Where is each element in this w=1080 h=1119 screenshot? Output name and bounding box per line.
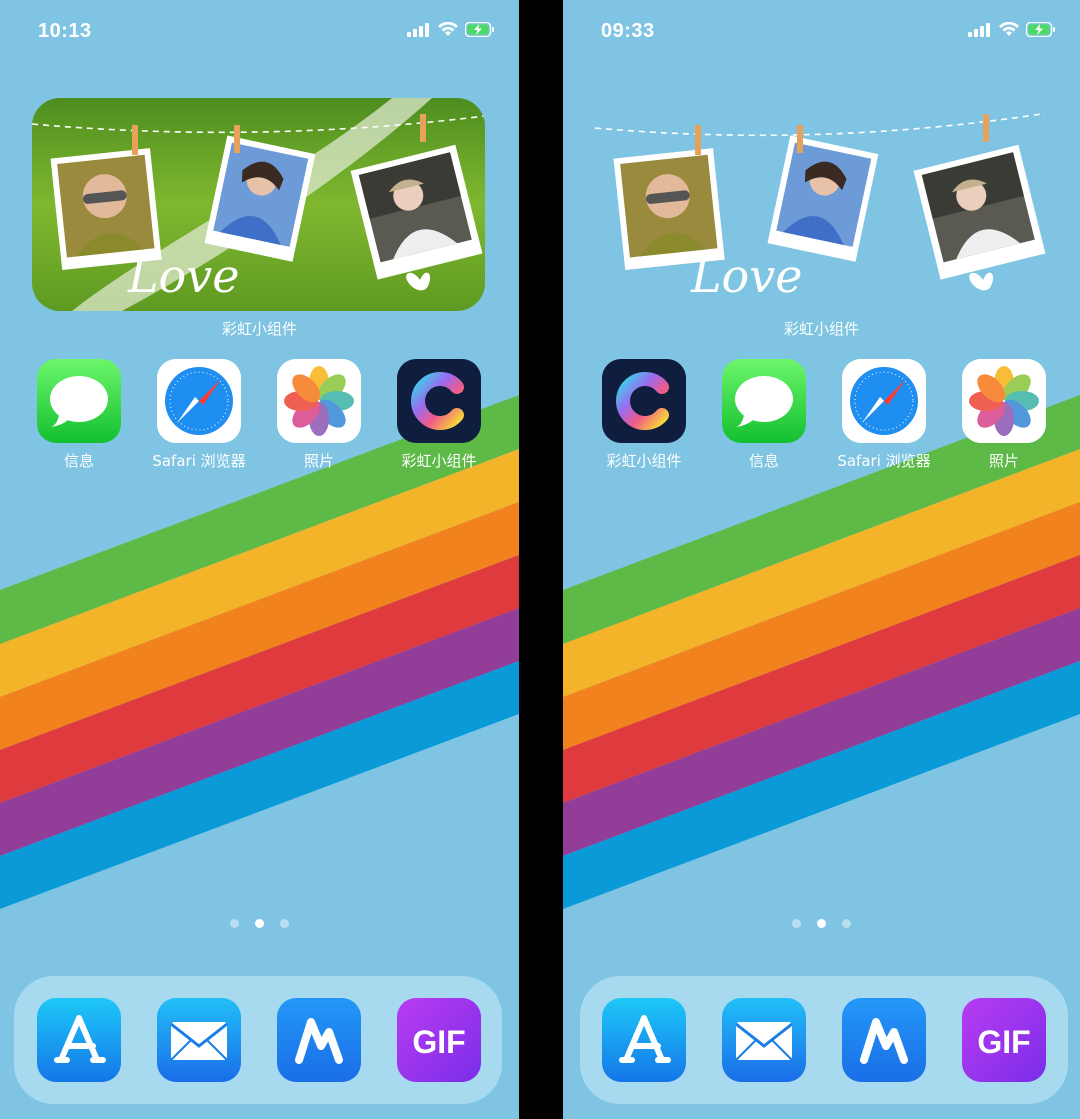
app-store-icon — [37, 998, 121, 1082]
safari-app-icon[interactable] — [842, 359, 926, 443]
cellular-signal-icon — [407, 22, 429, 37]
photos-app-icon[interactable] — [277, 359, 361, 443]
app-label: 彩虹小组件 — [606, 452, 682, 470]
dock: GIF — [14, 976, 502, 1104]
gif-app-icon[interactable]: GIF — [962, 998, 1046, 1082]
widget-label: 彩虹小组件 — [783, 320, 859, 338]
home-screen-right: 09:33 Love 彩虹小组件 彩虹小组件 信息 Safari 浏览器 照片 … — [563, 0, 1080, 1119]
maker-app-icon[interactable] — [277, 998, 361, 1082]
messages-icon — [37, 359, 121, 443]
widget-label: 彩虹小组件 — [221, 320, 297, 338]
page-indicator[interactable] — [563, 919, 1080, 928]
mail-icon — [722, 998, 806, 1082]
messages-app-icon[interactable] — [722, 359, 806, 443]
photo-widget[interactable]: Love — [595, 98, 1048, 311]
safari-app-icon[interactable] — [157, 359, 241, 443]
photos-icon — [277, 359, 361, 443]
app-store-icon — [602, 998, 686, 1082]
app-label: 照片 — [303, 452, 334, 470]
home-screen-left: 10:13 Love 彩虹小组件 信息 Safari 浏览器 照片 彩虹小组件 … — [0, 0, 519, 1119]
rainbow-widget-app-icon[interactable] — [602, 359, 686, 443]
messages-app-icon[interactable] — [37, 359, 121, 443]
gif-icon: GIF — [412, 1024, 465, 1060]
app-label: 照片 — [988, 452, 1019, 470]
status-bar: 09:33 — [563, 0, 1080, 62]
photo-widget[interactable]: Love — [32, 98, 485, 311]
status-bar: 10:13 — [0, 0, 519, 62]
safari-icon — [157, 359, 241, 443]
maker-app-icon[interactable] — [842, 998, 926, 1082]
mail-app-icon[interactable] — [722, 998, 806, 1082]
page-dot[interactable] — [842, 919, 851, 928]
page-dot[interactable] — [230, 919, 239, 928]
widget-graphic: Love — [32, 98, 485, 311]
app-label: 信息 — [63, 452, 94, 470]
rainbow-widget-icon — [397, 359, 481, 443]
app-store-app-icon[interactable] — [602, 998, 686, 1082]
app-label: 彩虹小组件 — [401, 452, 477, 470]
rainbow-widget-app-icon[interactable] — [397, 359, 481, 443]
mail-app-icon[interactable] — [157, 998, 241, 1082]
maker-m-icon — [277, 998, 361, 1082]
app-store-app-icon[interactable] — [37, 998, 121, 1082]
page-dot-active[interactable] — [255, 919, 264, 928]
messages-icon — [722, 359, 806, 443]
battery-charging-icon — [1026, 22, 1055, 37]
status-time: 09:33 — [601, 20, 655, 42]
safari-icon — [842, 359, 926, 443]
app-label: Safari 浏览器 — [152, 452, 246, 470]
rainbow-widget-icon — [602, 359, 686, 443]
gif-icon: GIF — [977, 1024, 1030, 1060]
wifi-icon — [438, 22, 458, 36]
mail-icon — [157, 998, 241, 1082]
battery-charging-icon — [465, 22, 494, 37]
photos-icon — [962, 359, 1046, 443]
wifi-icon — [999, 22, 1019, 36]
maker-m-icon — [842, 998, 926, 1082]
photos-app-icon[interactable] — [962, 359, 1046, 443]
cellular-signal-icon — [968, 22, 990, 37]
page-dot[interactable] — [792, 919, 801, 928]
page-dot-active[interactable] — [817, 919, 826, 928]
page-indicator[interactable] — [0, 919, 519, 928]
app-label: Safari 浏览器 — [837, 452, 931, 470]
dock: GIF — [580, 976, 1068, 1104]
gif-app-icon[interactable]: GIF — [397, 998, 481, 1082]
love-script-text: Love — [690, 249, 802, 303]
app-label: 信息 — [748, 452, 779, 470]
page-dot[interactable] — [280, 919, 289, 928]
status-time: 10:13 — [38, 20, 92, 42]
widget-graphic: Love — [595, 112, 1048, 303]
love-script-text: Love — [127, 249, 239, 303]
